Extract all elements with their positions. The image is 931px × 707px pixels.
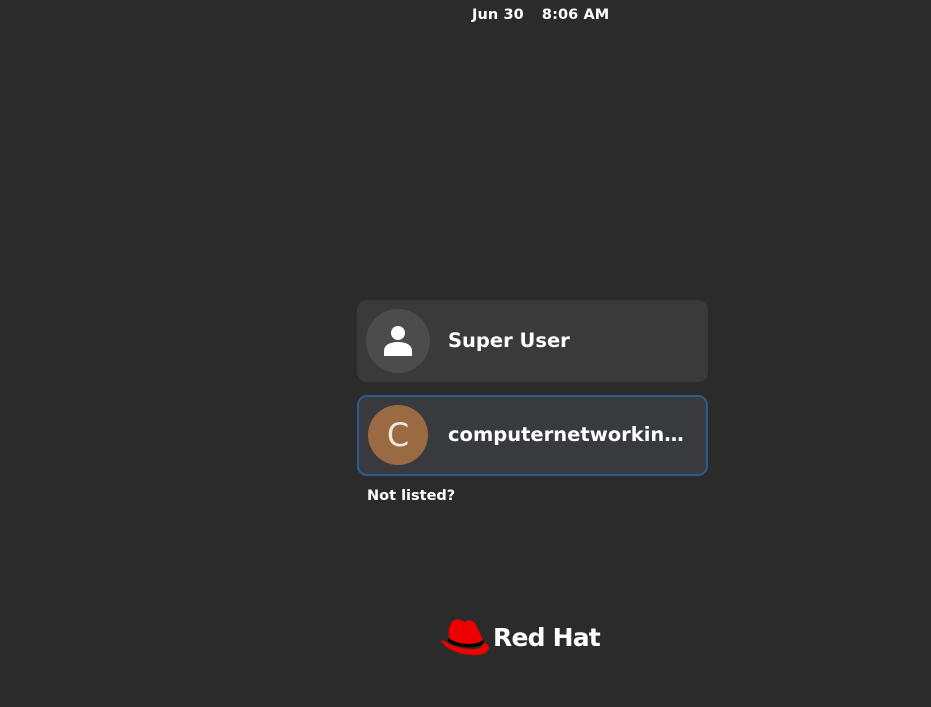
clock-date: Jun 30 [472,7,524,23]
user-row-computernetworkingnotes[interactable]: C computernetworkingno… [357,395,708,476]
not-listed-button[interactable]: Not listed? [367,488,455,504]
user-row-super-user[interactable]: Super User [357,300,708,382]
top-bar: Jun 30 8:06 AM [0,0,931,32]
clock[interactable]: Jun 30 8:06 AM [472,7,609,23]
logo-text: Red Hat [493,623,601,652]
user-name: computernetworkingno… [448,423,696,446]
user-name: Super User [448,329,570,352]
red-hat-fedora-icon [441,619,489,656]
person-icon [384,326,412,356]
clock-time: 8:06 AM [541,7,610,23]
red-hat-logo: Red Hat [439,618,601,660]
user-list: Super User C computernetworkingno… [357,300,708,476]
avatar-initial: C [368,405,428,465]
avatar [366,309,430,373]
